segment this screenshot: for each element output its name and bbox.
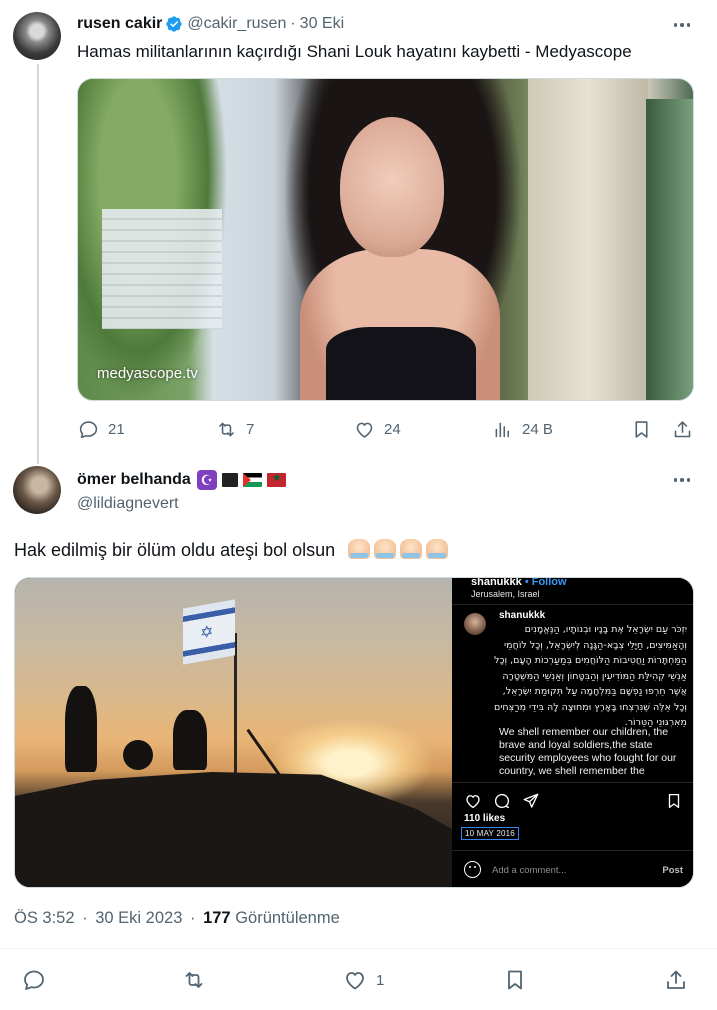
ig-comment-placeholder: Add a comment...	[492, 865, 567, 876]
star-and-crescent-emoji: ☪	[196, 470, 217, 490]
photo-house-siding	[102, 209, 222, 329]
ig-save-icon	[668, 793, 680, 809]
author-handle[interactable]: @cakir_rusen	[187, 15, 286, 33]
photo-israel-flag	[183, 599, 235, 665]
ig-post-label: Post	[662, 865, 683, 876]
repost-icon	[185, 972, 203, 988]
ig-follow: • Follow	[524, 577, 567, 588]
views-icon	[495, 422, 509, 438]
link-card-image[interactable]: medyascope.tv	[77, 78, 694, 401]
photo-clothing	[326, 327, 476, 400]
ig-share-icon	[523, 793, 539, 808]
avatar[interactable]	[13, 466, 61, 514]
more-icon[interactable]	[671, 469, 693, 491]
ig-divider	[452, 782, 693, 783]
photo-face	[340, 117, 444, 257]
ig-emoji-icon	[464, 861, 481, 878]
like-count: 24	[384, 421, 401, 438]
photo-soldier-silhouette	[123, 740, 153, 770]
bookmark-icon	[508, 970, 522, 990]
author-handle[interactable]: @lildiagnevert	[77, 495, 179, 513]
verified-badge-icon	[166, 16, 183, 32]
tweet-text-row: Hak edilmiş bir ölüm oldu ateşi bol olsu…	[14, 539, 449, 561]
photo-door	[646, 99, 693, 400]
share-button[interactable]	[672, 419, 693, 440]
divider	[0, 948, 717, 949]
ig-heart-icon	[466, 795, 480, 809]
like-icon	[356, 422, 373, 438]
ig-divider	[452, 604, 693, 605]
reply-count: 21	[108, 421, 125, 438]
instagram-screenshot: shanukkk • Follow Jerusalem, Israel shan…	[452, 577, 693, 887]
bookmark-button[interactable]	[503, 968, 527, 992]
views-button[interactable]: 24 B	[492, 419, 553, 440]
repost-button[interactable]	[182, 968, 206, 992]
reply-icon	[24, 970, 44, 990]
like-count: 1	[376, 971, 385, 989]
ig-hebrew-caption: יִזְכֹּר עַם יִשְׂרָאֵל אֶת בָּנָיו וּבְ…	[493, 624, 687, 728]
ig-divider	[452, 850, 693, 851]
header-separator: ·	[290, 15, 296, 32]
ig-username: shanukkk	[471, 577, 522, 588]
views-count: 24 B	[522, 421, 553, 438]
reply-button[interactable]: 21	[78, 419, 125, 440]
share-button[interactable]	[664, 968, 688, 992]
views-total: 177	[203, 909, 231, 927]
author-name[interactable]: rusen cakir	[77, 15, 162, 33]
ig-username-row: shanukkk • Follow	[471, 577, 567, 588]
ig-avatar	[464, 613, 486, 635]
handle-row: @lildiagnevert	[77, 495, 179, 513]
tweet-date[interactable]: 30 Eki	[300, 15, 344, 33]
repost-count: 7	[246, 421, 255, 438]
avatar[interactable]	[13, 12, 61, 60]
ig-comment-icon	[494, 793, 510, 809]
bookmark-button[interactable]	[631, 419, 652, 440]
like-button[interactable]: 24	[354, 419, 401, 440]
author-name[interactable]: ömer belhanda	[77, 471, 191, 489]
reply-icon	[79, 421, 98, 439]
repost-icon	[219, 422, 234, 437]
ig-likes: 110 likes	[464, 813, 506, 824]
tweet-meta: ÖS 3:52 · 30 Eki 2023 · 177 Görüntülenme	[14, 909, 340, 928]
photo-soldiers-tank	[15, 578, 452, 887]
ig-comment-username: shanukkk	[499, 610, 546, 621]
tweet-header: ömer belhanda ☪	[77, 470, 286, 490]
views-label: Görüntülenme	[235, 909, 340, 927]
tweet-text: Hamas militanlarının kaçırdığı Shani Lou…	[77, 42, 632, 61]
ig-action-icons	[452, 788, 693, 814]
folded-hands-emoji	[400, 539, 423, 559]
folded-hands-emoji	[374, 539, 397, 559]
photo-soldier-silhouette	[65, 686, 97, 772]
reply-button[interactable]	[22, 968, 46, 992]
ig-date: 10 MAY 2016	[461, 827, 519, 840]
tweet-header: rusen cakir @cakir_rusen · 30 Eki	[77, 15, 344, 33]
folded-hands-emoji	[348, 539, 371, 559]
thread-connector-line	[37, 64, 39, 464]
like-button[interactable]: 1	[343, 968, 384, 992]
more-icon[interactable]	[671, 14, 693, 36]
bookmark-icon	[635, 421, 648, 438]
tweet-full-date[interactable]: 30 Eki 2023	[95, 909, 182, 927]
ig-location: Jerusalem, Israel	[471, 589, 540, 599]
folded-hands-emoji	[426, 539, 449, 559]
tweet-time[interactable]: ÖS 3:52	[14, 909, 75, 927]
link-card-domain: medyascope.tv	[97, 365, 198, 382]
morocco-flag-emoji	[266, 471, 286, 487]
share-icon	[674, 421, 691, 438]
ig-english-caption: We shell remember our children, the brav…	[499, 726, 677, 777]
tweet-image[interactable]: shanukkk • Follow Jerusalem, Israel shan…	[14, 577, 694, 888]
tweet-text: Hak edilmiş bir ölüm oldu ateşi bol olsu…	[14, 540, 336, 560]
meta-separator: ·	[82, 909, 88, 927]
repost-button[interactable]: 7	[216, 419, 254, 440]
photo-soldier-silhouette	[173, 710, 207, 770]
photo-stone-pillar	[528, 79, 648, 400]
palestine-flag-emoji	[242, 473, 262, 487]
like-icon	[346, 972, 364, 990]
share-icon	[667, 970, 685, 989]
meta-separator: ·	[189, 909, 196, 927]
black-flag-emoji	[221, 473, 238, 487]
